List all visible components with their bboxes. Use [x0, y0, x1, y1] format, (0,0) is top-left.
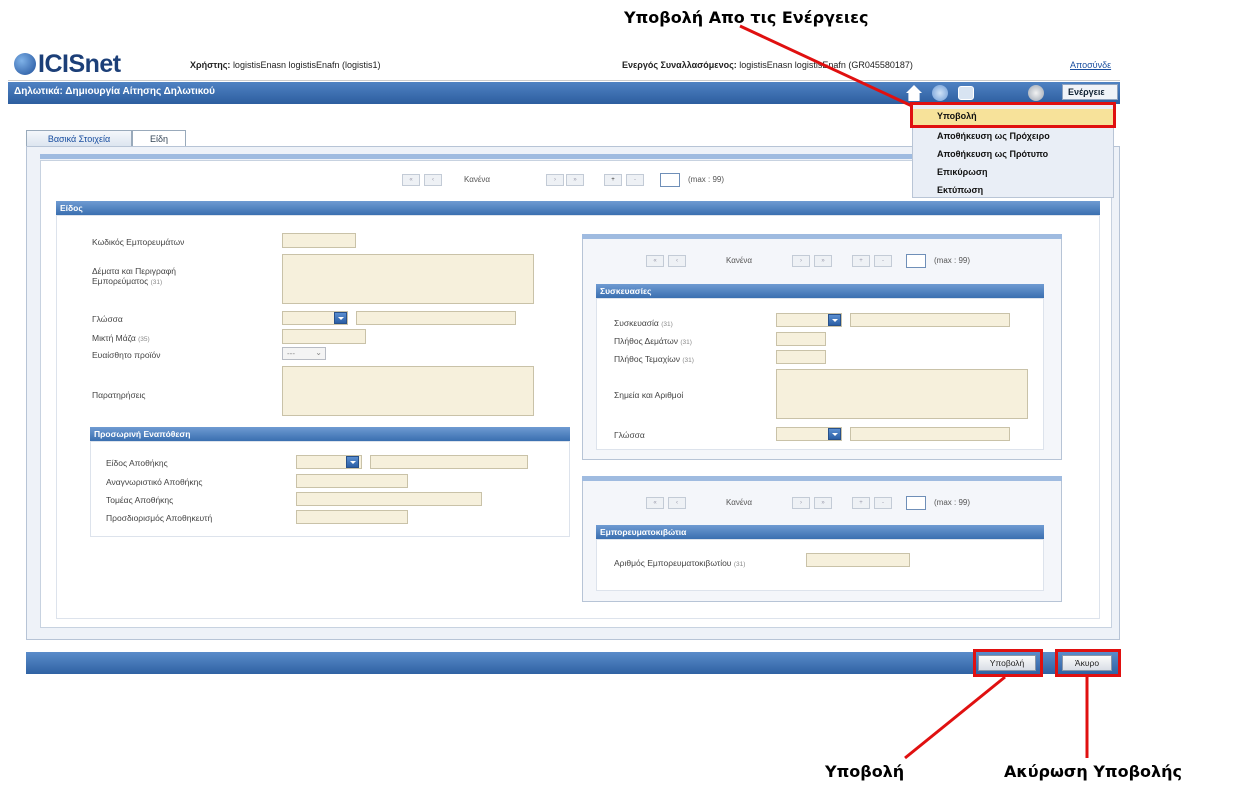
callout-arrows	[739, 24, 1089, 760]
arrow-submit	[904, 675, 1006, 760]
arrow-top	[739, 24, 913, 108]
